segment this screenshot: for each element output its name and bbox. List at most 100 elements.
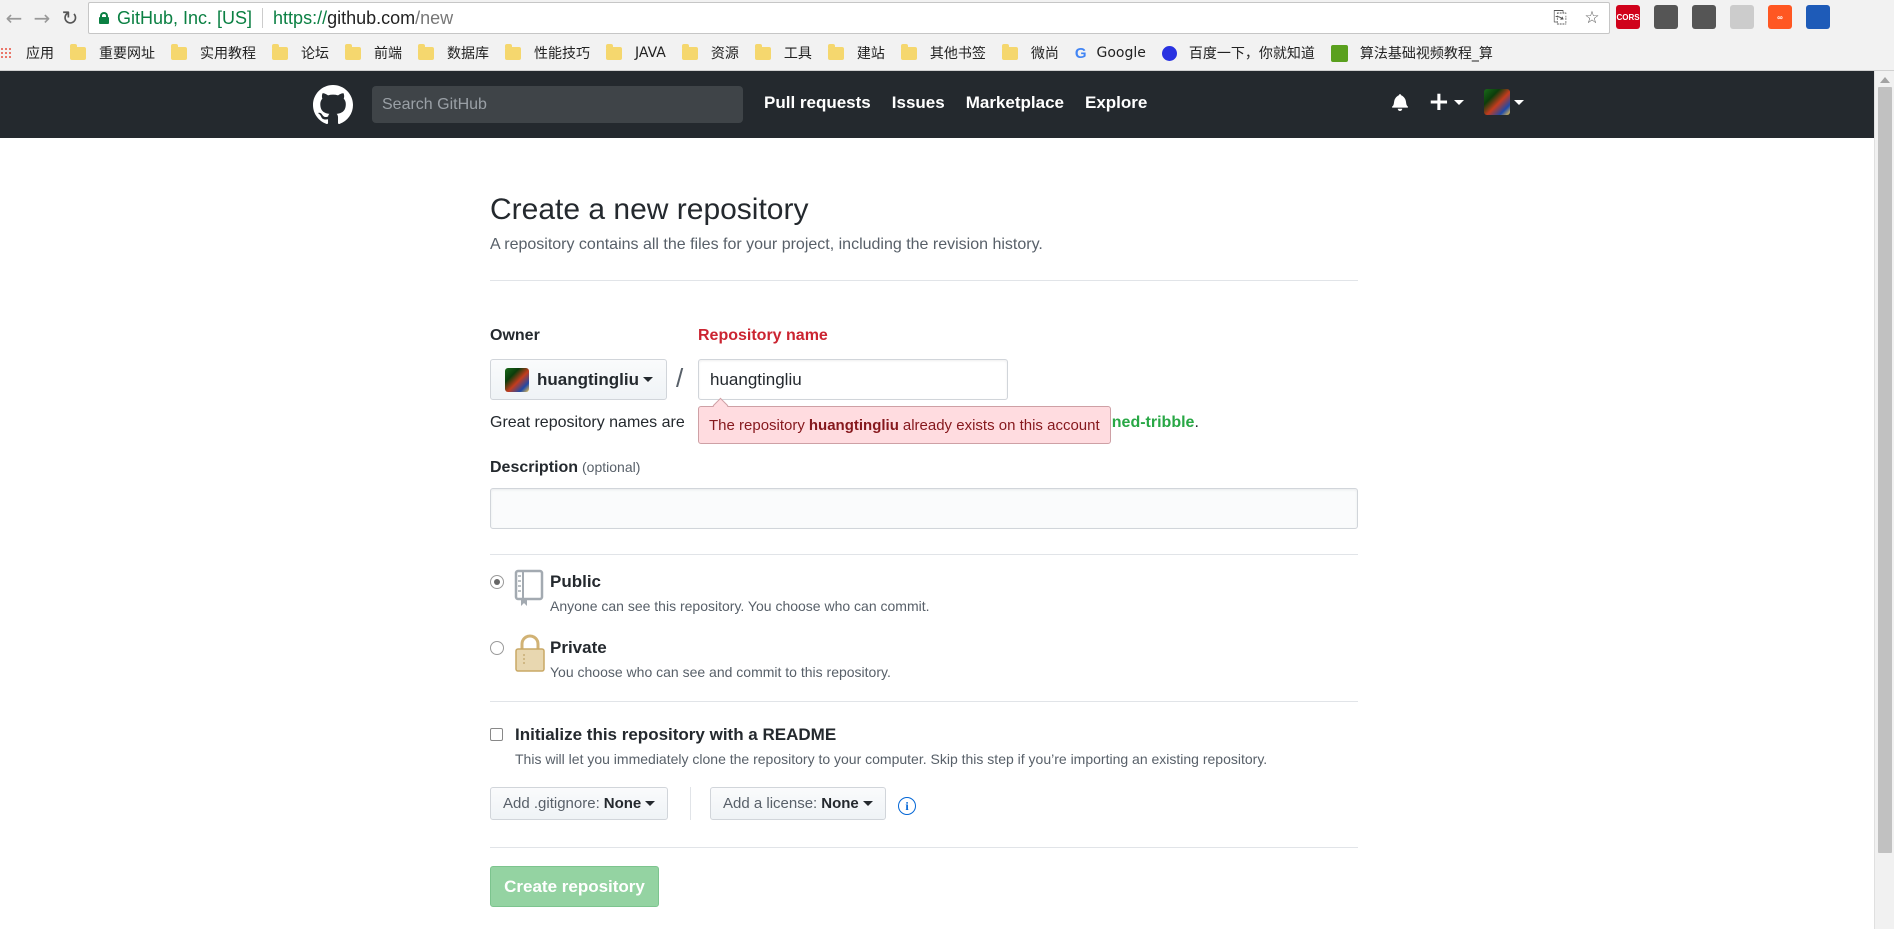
bookmark-item[interactable]: 实用教程	[171, 43, 256, 63]
bookmark-label: JAVA	[635, 45, 666, 61]
bookmark-label: 应用	[26, 46, 54, 62]
folder-icon	[272, 43, 288, 60]
url-host: github.com	[327, 7, 416, 28]
nav-explore[interactable]: Explore	[1085, 93, 1147, 113]
bookmark-label: 微尚	[1030, 46, 1059, 62]
bookmark-item[interactable]: 资源	[681, 43, 739, 63]
evernote-icon[interactable]	[1654, 5, 1678, 29]
reload-icon[interactable]: ↻	[56, 4, 84, 32]
readme-description: This will let you immediately clone the …	[515, 751, 1268, 767]
bookmark-item[interactable]: 重要网址	[70, 43, 155, 63]
info-icon[interactable]: i	[898, 797, 916, 815]
license-select[interactable]: Add a license: None	[710, 787, 886, 820]
github-header: Pull requests Issues Marketplace Explore…	[0, 71, 1874, 138]
shield-icon[interactable]	[1730, 5, 1754, 29]
bookmark-item[interactable]: 性能技巧	[505, 43, 590, 63]
bookmark-item[interactable]: JAVA	[606, 43, 666, 61]
bookmark-item[interactable]: 建站	[827, 43, 885, 63]
bookmark-item[interactable]: 百度一下，你就知道	[1161, 43, 1315, 63]
chevron-down-icon	[1513, 99, 1524, 105]
folder-icon	[70, 43, 86, 60]
folder-icon	[827, 43, 844, 60]
bookmark-label: Google	[1096, 45, 1146, 61]
divider	[490, 847, 1358, 848]
bookmark-item[interactable]: G Google	[1075, 45, 1146, 62]
forward-arrow-icon[interactable]: →	[28, 4, 56, 32]
bookmark-star-icon[interactable]: ☆	[1581, 7, 1603, 29]
error-prefix: The repository	[709, 416, 805, 434]
bookmark-label: 其他书签	[929, 46, 986, 62]
translate-page-icon[interactable]: ⎘	[1549, 7, 1571, 29]
bell-icon[interactable]	[1392, 93, 1408, 111]
calendar-icon[interactable]	[1806, 5, 1830, 29]
error-repo-name: huangtingliu	[808, 416, 899, 434]
bookmark-label: 实用教程	[200, 46, 256, 62]
bookmark-label: 论坛	[301, 46, 329, 62]
hint-suffix: .	[1194, 414, 1199, 431]
url-path: /new	[415, 7, 454, 28]
back-arrow-icon[interactable]: ←	[0, 4, 28, 32]
cors-icon[interactable]: CORS	[1616, 5, 1640, 29]
folder-icon	[900, 43, 917, 60]
folder-icon	[606, 43, 622, 60]
owner-avatar	[505, 367, 529, 392]
owner-select[interactable]: huangtingliu	[490, 359, 667, 400]
user-menu-button[interactable]	[1483, 89, 1524, 115]
nav-marketplace[interactable]: Marketplace	[966, 93, 1064, 113]
page-subtitle: A repository contains all the files for …	[490, 236, 1043, 253]
bookmark-label: 资源	[710, 46, 739, 62]
select-divider	[690, 787, 691, 820]
address-bar[interactable]: GitHub, Inc. [US] https://github.com/new…	[88, 2, 1610, 34]
gitignore-value: None	[603, 795, 642, 812]
chevron-down-icon	[1453, 99, 1464, 105]
nav-pull-requests[interactable]: Pull requests	[764, 93, 871, 113]
readme-title[interactable]: Initialize this repository with a README	[515, 725, 836, 745]
create-repository-button[interactable]: Create repository	[490, 866, 659, 907]
private-title[interactable]: Private	[550, 638, 607, 658]
site-identity[interactable]: GitHub, Inc. [US]	[117, 8, 252, 29]
gitignore-select[interactable]: Add .gitignore: None	[490, 787, 669, 820]
bookmark-label: 工具	[783, 46, 812, 62]
repo-name-input[interactable]	[698, 359, 1008, 400]
chevron-down-icon	[645, 801, 656, 806]
description-label: Description (optional)	[490, 459, 640, 477]
folder-icon	[345, 43, 361, 60]
bookmark-label: 前端	[374, 46, 402, 62]
bookmark-item[interactable]: 论坛	[272, 43, 329, 63]
page-scrollbar[interactable]	[1874, 71, 1894, 929]
bookmark-item[interactable]: 其他书签	[900, 43, 986, 63]
apps-grid-icon	[0, 47, 12, 59]
readme-checkbox[interactable]	[490, 728, 503, 741]
public-title[interactable]: Public	[550, 572, 601, 592]
owner-label: Owner	[490, 327, 540, 344]
bookmark-item[interactable]: 算法基础视频教程_算	[1330, 43, 1493, 63]
private-radio[interactable]	[490, 641, 504, 655]
bookmark-item[interactable]: 工具	[754, 43, 812, 63]
bookmark-label: 百度一下，你就知道	[1188, 46, 1315, 62]
bookmark-item[interactable]: 微尚	[1001, 43, 1059, 63]
translate-icon[interactable]	[1692, 5, 1716, 29]
folder-icon	[754, 43, 771, 60]
description-label-text: Description	[490, 459, 579, 476]
owner-repo-separator: /	[676, 363, 684, 393]
bookmark-item[interactable]: 前端	[345, 43, 402, 63]
scroll-up-arrow-icon[interactable]	[1880, 77, 1890, 83]
description-input[interactable]	[490, 488, 1358, 529]
bookmark-item[interactable]: 应用	[0, 43, 54, 63]
github-logo-icon[interactable]	[313, 85, 353, 125]
plus-icon[interactable]: +	[1428, 87, 1464, 117]
bookmark-label: 性能技巧	[534, 46, 590, 62]
search-input[interactable]	[372, 86, 743, 123]
infinity-icon[interactable]: ∞	[1768, 5, 1792, 29]
bookmark-label: 算法基础视频教程_算	[1359, 46, 1493, 62]
error-suffix: already exists on this account	[902, 416, 1100, 434]
public-radio[interactable]	[490, 575, 504, 589]
lock-icon	[515, 634, 545, 672]
private-description: You choose who can see and commit to thi…	[550, 664, 891, 680]
scrollbar-thumb[interactable]	[1878, 87, 1892, 853]
divider	[490, 701, 1358, 702]
bookmark-item[interactable]: 数据库	[418, 43, 489, 63]
nav-issues[interactable]: Issues	[892, 93, 945, 113]
address-divider	[262, 8, 264, 28]
bookmark-label: 重要网址	[99, 46, 155, 62]
